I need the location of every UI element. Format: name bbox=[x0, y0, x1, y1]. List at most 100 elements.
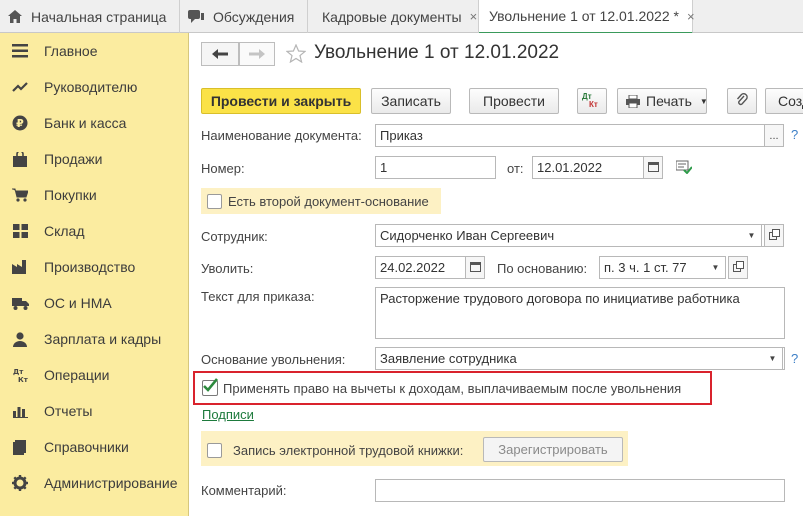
sidebar: Главное Руководителю ₽ Банк и касса Прод… bbox=[0, 33, 189, 516]
sidebar-item-manager[interactable]: Руководителю bbox=[0, 69, 189, 105]
cart-icon bbox=[11, 186, 29, 204]
print-button[interactable]: Печать ▼ bbox=[617, 88, 708, 114]
book-icon bbox=[11, 438, 29, 456]
sidebar-item-salary[interactable]: Зарплата и кадры bbox=[0, 321, 189, 357]
attach-button[interactable] bbox=[727, 88, 757, 114]
sidebar-item-label: Производство bbox=[44, 259, 136, 275]
page-title: Увольнение 1 от 12.01.2022 bbox=[314, 42, 560, 63]
close-icon[interactable]: × bbox=[687, 9, 695, 24]
sidebar-item-main[interactable]: Главное bbox=[0, 33, 189, 69]
employee-field[interactable]: Сидорченко Иван Сергеевич bbox=[375, 224, 765, 247]
chevron-down-icon: ▼ bbox=[747, 231, 756, 240]
reason-label: Основание увольнения: bbox=[201, 352, 346, 367]
dt-kt-icon: Дт Кт bbox=[11, 366, 29, 384]
sidebar-item-purchases[interactable]: Покупки bbox=[0, 177, 189, 213]
star-icon[interactable] bbox=[285, 43, 307, 66]
employee-label: Сотрудник: bbox=[201, 229, 268, 244]
date-label: от: bbox=[507, 161, 524, 176]
menu-lines-icon bbox=[11, 42, 29, 60]
tab-label: Обсуждения bbox=[213, 8, 295, 25]
basis-field[interactable]: п. 3 ч. 1 ст. 77 bbox=[599, 256, 707, 279]
doc-name-label: Наименование документа: bbox=[201, 128, 362, 143]
truck-icon bbox=[11, 294, 29, 312]
comment-label: Комментарий: bbox=[201, 483, 287, 498]
tab-hr-documents[interactable]: Кадровые документы × bbox=[308, 0, 479, 33]
reason-field[interactable]: Заявление сотрудника bbox=[375, 347, 785, 370]
help-icon[interactable]: ? bbox=[791, 127, 798, 142]
sidebar-item-label: Склад bbox=[44, 223, 85, 239]
basis-open-button[interactable] bbox=[728, 256, 748, 279]
second-basis-label: Есть второй документ-основание bbox=[228, 194, 429, 209]
person-icon bbox=[11, 330, 29, 348]
reason-dropdown[interactable]: ▼ bbox=[763, 347, 783, 370]
forward-button[interactable] bbox=[239, 42, 275, 66]
apply-deductions-label: Применять право на вычеты к доходам, вып… bbox=[223, 381, 682, 396]
calendar-button[interactable] bbox=[643, 156, 663, 179]
employee-open-button[interactable] bbox=[764, 224, 784, 247]
doc-name-select-button[interactable]: ... bbox=[764, 124, 784, 147]
post-and-close-button[interactable]: Провести и закрыть bbox=[201, 88, 361, 114]
sidebar-item-label: Главное bbox=[44, 43, 98, 59]
e-workbook-checkbox[interactable] bbox=[207, 443, 222, 458]
register-button[interactable]: Зарегистрировать bbox=[483, 437, 623, 462]
date-field[interactable]: 12.01.2022 bbox=[532, 156, 644, 179]
sidebar-item-operations[interactable]: Дт Кт Операции bbox=[0, 357, 189, 393]
basis-label: По основанию: bbox=[497, 261, 588, 276]
dismiss-date-field[interactable]: 24.02.2022 bbox=[375, 256, 466, 279]
dt-kt-icon: Дт Кт bbox=[582, 92, 598, 109]
bag-icon bbox=[11, 150, 29, 168]
tab-label: Начальная страница bbox=[31, 8, 167, 25]
trend-icon bbox=[11, 78, 29, 96]
check-list-icon[interactable] bbox=[675, 160, 693, 177]
sidebar-item-label: Операции bbox=[44, 367, 110, 383]
sidebar-item-sales[interactable]: Продажи bbox=[0, 141, 189, 177]
sidebar-item-admin[interactable]: Администрирование bbox=[0, 465, 189, 501]
sidebar-item-label: Руководителю bbox=[44, 79, 138, 95]
document-form: Увольнение 1 от 12.01.2022 Провести и за… bbox=[189, 33, 803, 516]
sidebar-item-label: Справочники bbox=[44, 439, 129, 455]
tab-discussions[interactable]: Обсуждения bbox=[180, 0, 308, 33]
number-label: Номер: bbox=[201, 161, 245, 176]
sidebar-item-label: Банк и касса bbox=[44, 115, 127, 131]
basis-dropdown[interactable]: ▼ bbox=[706, 256, 726, 279]
arrow-right-icon bbox=[249, 47, 265, 62]
sidebar-item-assets[interactable]: ОС и НМА bbox=[0, 285, 189, 321]
grid-icon bbox=[11, 222, 29, 240]
open-icon bbox=[768, 228, 780, 243]
sidebar-item-warehouse[interactable]: Склад bbox=[0, 213, 189, 249]
employee-dropdown[interactable]: ▼ bbox=[742, 224, 762, 247]
sidebar-item-label: ОС и НМА bbox=[44, 295, 112, 311]
order-text-label: Текст для приказа: bbox=[201, 289, 315, 304]
sidebar-item-production[interactable]: Производство bbox=[0, 249, 189, 285]
chevron-down-icon: ▼ bbox=[768, 354, 777, 363]
sidebar-item-reports[interactable]: Отчеты bbox=[0, 393, 189, 429]
create-based-on-button[interactable]: Созд bbox=[765, 88, 803, 114]
dt-kt-button[interactable]: Дт Кт bbox=[577, 88, 607, 114]
comment-field[interactable] bbox=[375, 479, 785, 502]
sidebar-item-label: Покупки bbox=[44, 187, 97, 203]
post-button[interactable]: Провести bbox=[469, 88, 559, 114]
checkmark-icon bbox=[203, 378, 218, 392]
order-text-field[interactable]: Расторжение трудового договора по инициа… bbox=[375, 287, 785, 339]
apply-deductions-checkbox[interactable] bbox=[202, 378, 218, 396]
signatures-link[interactable]: Подписи bbox=[202, 407, 254, 422]
calendar-button[interactable] bbox=[465, 256, 485, 279]
tab-dismissal[interactable]: Увольнение 1 от 12.01.2022 * × bbox=[479, 0, 695, 34]
number-field[interactable]: 1 bbox=[375, 156, 496, 179]
help-icon[interactable]: ? bbox=[791, 351, 798, 366]
sidebar-item-bank[interactable]: ₽ Банк и касса bbox=[0, 105, 189, 141]
chevron-down-icon: ▼ bbox=[699, 96, 708, 106]
factory-icon bbox=[11, 258, 29, 276]
tab-label: Кадровые документы bbox=[322, 8, 462, 25]
tab-home[interactable]: Начальная страница bbox=[0, 0, 180, 33]
close-icon[interactable]: × bbox=[470, 9, 478, 24]
printer-icon bbox=[626, 94, 640, 108]
sidebar-item-directories[interactable]: Справочники bbox=[0, 429, 189, 465]
back-button[interactable] bbox=[201, 42, 239, 66]
doc-name-field[interactable]: Приказ bbox=[375, 124, 765, 147]
dismiss-label: Уволить: bbox=[201, 261, 254, 276]
second-basis-checkbox[interactable] bbox=[207, 194, 222, 209]
sidebar-item-label: Продажи bbox=[44, 151, 103, 167]
tab-label: Увольнение 1 от 12.01.2022 * bbox=[489, 8, 679, 24]
save-button[interactable]: Записать bbox=[371, 88, 451, 114]
